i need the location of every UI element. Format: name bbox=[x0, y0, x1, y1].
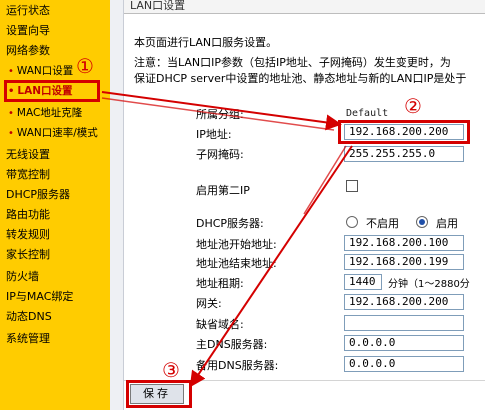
page-note-2: 保证DHCP server中设置的地址池、静态地址与新的LAN口IP是处于 bbox=[134, 72, 467, 85]
page-note: 注意：当LAN口IP参数（包括IP地址、子网掩码）发生变更时，为 bbox=[134, 56, 451, 69]
lease-unit: 分钟（1～2880分 bbox=[388, 279, 470, 290]
secondary-dns-input[interactable]: 0.0.0.0 bbox=[344, 356, 464, 372]
gateway-label: 网关: bbox=[196, 297, 222, 310]
step-3-marker: ③ bbox=[162, 358, 180, 382]
nav-wireless[interactable]: 无线设置 bbox=[6, 146, 50, 164]
nav-ddns[interactable]: 动态DNS bbox=[6, 308, 52, 326]
dhcp-label: DHCP服务器: bbox=[196, 217, 264, 230]
bullet-icon: • bbox=[8, 128, 14, 139]
pool-end-label: 地址池结束地址: bbox=[196, 257, 277, 270]
pool-end-input[interactable]: 192.168.200.199 bbox=[344, 254, 464, 270]
second-ip-label: 启用第二IP bbox=[196, 184, 250, 197]
nav-bandwidth[interactable]: 带宽控制 bbox=[6, 166, 50, 184]
group-label: 所属分组: bbox=[196, 108, 244, 121]
nav-firewall[interactable]: 防火墙 bbox=[6, 268, 39, 286]
mask-label: 子网掩码: bbox=[196, 148, 244, 161]
dns2-label: 备用DNS服务器: bbox=[196, 359, 279, 372]
step-2-marker: ② bbox=[404, 94, 422, 118]
nav-label: WAN口速率/模式 bbox=[16, 127, 98, 139]
dhcp-off-label: 不启用 bbox=[366, 217, 399, 230]
lease-time-input[interactable]: 1440 bbox=[344, 274, 382, 290]
nav-mac-clone[interactable]: • MAC地址克隆 bbox=[8, 104, 82, 122]
subnet-mask-input[interactable]: 255.255.255.0 bbox=[344, 146, 464, 162]
nav-setup-wizard[interactable]: 设置向导 bbox=[6, 22, 50, 40]
nav-label: WAN口设置 bbox=[16, 65, 74, 77]
nav-network-params[interactable]: 网络参数 bbox=[6, 42, 50, 60]
second-ip-checkbox[interactable] bbox=[346, 180, 358, 192]
ip-label: IP地址: bbox=[196, 128, 232, 141]
step-1-marker: ① bbox=[76, 54, 94, 78]
domain-label: 缺省域名: bbox=[196, 318, 244, 331]
domain-input[interactable] bbox=[344, 315, 464, 331]
nav-routing[interactable]: 路由功能 bbox=[6, 206, 50, 224]
page-description: 本页面进行LAN口服务设置。 bbox=[134, 36, 278, 49]
nav-forwarding[interactable]: 转发规则 bbox=[6, 226, 50, 244]
pool-start-input[interactable]: 192.168.200.100 bbox=[344, 235, 464, 251]
pool-start-label: 地址池开始地址: bbox=[196, 238, 277, 251]
gateway-input[interactable]: 192.168.200.200 bbox=[344, 294, 464, 310]
primary-dns-input[interactable]: 0.0.0.0 bbox=[344, 335, 464, 351]
highlight-ip-field bbox=[338, 120, 470, 144]
nav-system[interactable]: 系统管理 bbox=[6, 330, 50, 348]
nav-dhcp[interactable]: DHCP服务器 bbox=[6, 186, 70, 204]
highlight-lan-nav bbox=[4, 80, 100, 102]
dhcp-on-radio[interactable] bbox=[416, 216, 428, 228]
lease-label: 地址租期: bbox=[196, 277, 244, 290]
dhcp-on-label: 启用 bbox=[436, 217, 458, 230]
nav-wan-speed[interactable]: • WAN口速率/模式 bbox=[8, 124, 98, 142]
nav-ip-mac-bind[interactable]: IP与MAC绑定 bbox=[6, 288, 73, 306]
nav-wan-settings[interactable]: • WAN口设置 bbox=[8, 62, 73, 80]
highlight-save bbox=[126, 380, 192, 408]
nav-run-status[interactable]: 运行状态 bbox=[6, 2, 50, 20]
bullet-icon: • bbox=[8, 108, 14, 119]
page-title: LAN口设置 bbox=[124, 0, 485, 14]
dhcp-off-radio[interactable] bbox=[346, 216, 358, 228]
group-value: Default bbox=[346, 108, 389, 119]
bullet-icon: • bbox=[8, 66, 14, 77]
panel-border bbox=[110, 0, 124, 410]
nav-label: MAC地址克隆 bbox=[16, 107, 83, 119]
nav-parental[interactable]: 家长控制 bbox=[6, 246, 50, 264]
dns1-label: 主DNS服务器: bbox=[196, 338, 268, 351]
